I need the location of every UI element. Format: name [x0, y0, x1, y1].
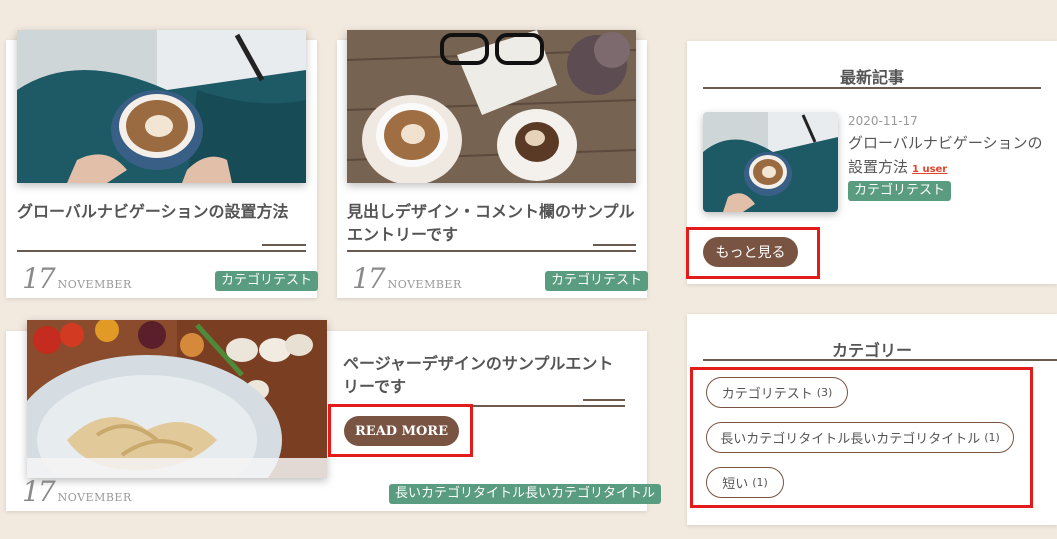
title-divider-accent — [583, 399, 625, 401]
date-month: NOVEMBER — [57, 278, 132, 291]
post-thumbnail[interactable] — [27, 320, 327, 478]
category-badge[interactable]: カテゴリテスト — [545, 271, 649, 291]
recent-post-title[interactable]: グローバルナビゲーションの設置方法 1 user — [848, 131, 1043, 182]
post-date: 17 NOVEMBER — [22, 262, 132, 295]
post-thumbnail[interactable] — [347, 30, 636, 183]
date-month: NOVEMBER — [57, 491, 132, 504]
category-badge[interactable]: カテゴリテスト — [215, 271, 319, 291]
category-badge[interactable]: カテゴリテスト — [848, 181, 952, 201]
post-title[interactable]: 見出しデザイン・コメント欄のサンプルエントリーです — [347, 200, 636, 246]
widget-title: 最新記事 — [839, 68, 904, 87]
recent-post-date: 2020-11-17 — [848, 114, 918, 128]
widget-title-divider — [703, 87, 1041, 89]
date-day: 17 — [22, 475, 56, 508]
highlight-box — [690, 367, 1033, 508]
category-badge[interactable]: 長いカテゴリタイトル長いカテゴリタイトル — [389, 484, 662, 504]
widget-title-divider — [703, 359, 1057, 361]
post-title[interactable]: ページャーデザインのサンプルエントリーです — [343, 352, 625, 398]
title-divider — [17, 250, 306, 252]
widget-title: カテゴリー — [831, 341, 912, 360]
bookmark-user-count[interactable]: 1 user — [912, 164, 947, 175]
post-date: 17 NOVEMBER — [22, 475, 132, 508]
post-title[interactable]: グローバルナビゲーションの設置方法 — [17, 200, 306, 223]
highlight-box — [328, 404, 473, 457]
recent-post-thumbnail[interactable] — [703, 112, 838, 212]
title-divider — [347, 250, 636, 252]
post-thumbnail[interactable] — [17, 30, 306, 183]
date-day: 17 — [22, 262, 56, 295]
date-day: 17 — [352, 262, 386, 295]
title-divider-accent — [262, 244, 306, 246]
date-month: NOVEMBER — [387, 278, 462, 291]
post-date: 17 NOVEMBER — [352, 262, 462, 295]
highlight-box — [686, 227, 820, 279]
title-divider-accent — [593, 244, 636, 246]
